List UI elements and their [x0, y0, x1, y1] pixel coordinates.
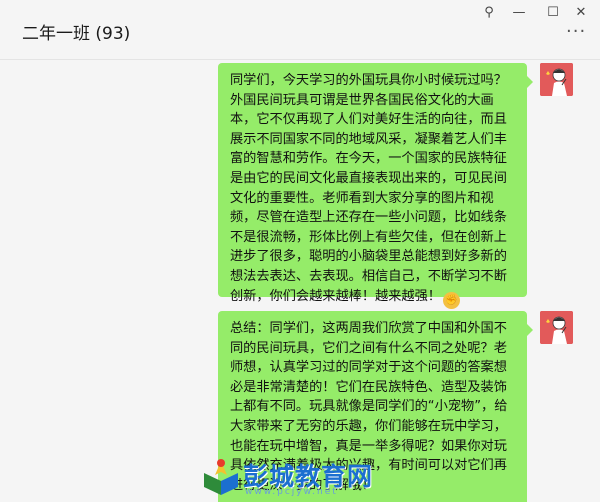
book-logo-icon [204, 459, 238, 495]
message-bubble[interactable]: 同学们，今天学习的外国玩具你小时候玩过吗？外国民间玩具可谓是世界各国民俗文化的大… [218, 63, 533, 309]
avatar-image [540, 311, 573, 344]
title-bar: 二年一班 (93) ⚲ — ☐ ✕ ··· [0, 0, 600, 60]
avatar[interactable] [540, 63, 573, 96]
avatar-image [540, 63, 573, 96]
maximize-button[interactable]: ☐ [542, 4, 564, 22]
close-button[interactable]: ✕ [570, 4, 592, 22]
message-list[interactable]: 同学们，今天学习的外国玩具你小时候玩过吗？外国民间玩具可谓是世界各国民俗文化的大… [0, 60, 600, 502]
pin-icon[interactable]: ⚲ [478, 4, 500, 22]
avatar[interactable] [540, 311, 573, 344]
more-options-icon[interactable]: ··· [566, 23, 586, 41]
fist-emoji-icon: ✊ [443, 291, 460, 309]
watermark-url: www.pcjyw.net [245, 487, 338, 497]
watermark: 彭城教育网 www.pcjyw.net [200, 455, 400, 499]
minimize-button[interactable]: — [508, 4, 530, 22]
message-text: 同学们，今天学习的外国玩具你小时候玩过吗？外国民间玩具可谓是世界各国民俗文化的大… [230, 73, 507, 304]
chat-title: 二年一班 (93) [22, 24, 131, 44]
